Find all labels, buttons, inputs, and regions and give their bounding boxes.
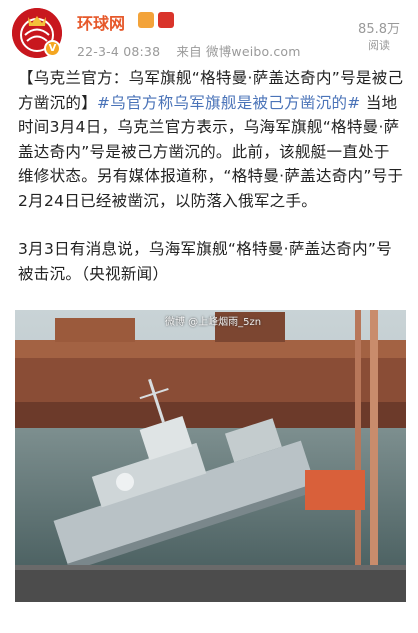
read-count-label: 阅读 <box>368 39 391 52</box>
image-watermark: 微博 @上峰烟雨_5zn <box>165 317 262 328</box>
post-image[interactable]: 微博 @上峰烟雨_5zn <box>15 310 406 602</box>
hashtag-link[interactable]: #乌官方称乌军旗舰是被己方凿沉的# <box>97 94 361 112</box>
post-content: 【乌克兰官方：乌军旗舰“格特曼·萨盖达奇内”号是被己方凿沉的】#乌官方称乌军旗舰… <box>18 66 404 310</box>
post-date: 22-3-4 08:38 <box>77 44 161 59</box>
post-header: V 环球网 22-3-4 08:38 来自 微博weibo.com 85.8万 … <box>0 0 418 70</box>
post-source: 来自 微博weibo.com <box>176 44 301 59</box>
verified-badge-icon: V <box>44 40 61 57</box>
read-count-number: 85.8万 <box>358 22 400 37</box>
sunken-ship-photo <box>15 310 406 602</box>
post-paragraph-2: 3月3日有消息说，乌海军旗舰“格特曼·萨盖达奇内”号被击沉。（央视新闻） <box>18 240 393 283</box>
post-meta: 22-3-4 08:38 来自 微博weibo.com <box>77 41 313 60</box>
author-name[interactable]: 环球网 <box>77 10 125 34</box>
member-badge-icon <box>138 12 154 28</box>
post-paragraph-1: 【乌克兰官方：乌军旗舰“格特曼·萨盖达奇内”号是被己方凿沉的】#乌官方称乌军旗舰… <box>18 66 404 213</box>
level-badge-icon <box>158 12 174 28</box>
read-count: 85.8万 阅读 <box>358 18 400 53</box>
